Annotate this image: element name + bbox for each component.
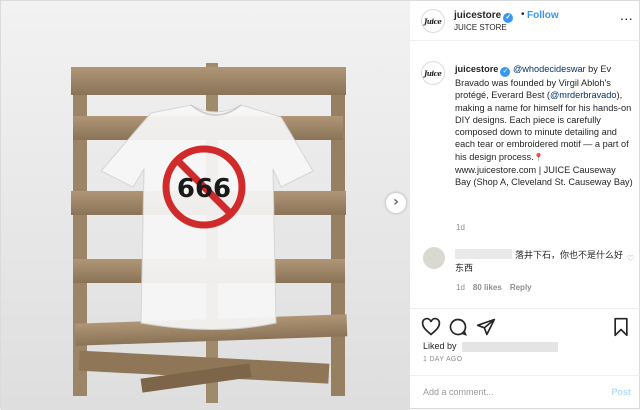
separator-dot: • (521, 9, 525, 20)
caption-username[interactable]: juicestore (455, 64, 498, 74)
juice-logo: Juice (424, 17, 442, 26)
comment-likes[interactable]: 80 likes (473, 283, 502, 292)
instagram-post: 666 › Juice juicestore ✓ • Follow JUICE S… (0, 0, 640, 410)
add-comment-bar: Add a comment... Post (410, 375, 640, 410)
pallet-tshirt-image: 666 (1, 1, 410, 410)
verified-icon: ✓ (503, 13, 514, 23)
liked-by-redacted (462, 342, 558, 352)
post-header: Juice juicestore ✓ • Follow JUICE STORE .… (410, 1, 640, 41)
post-comment-button[interactable]: Post (611, 387, 631, 397)
pin-icon: 📍 (533, 152, 544, 162)
verified-icon: ✓ (500, 67, 511, 77)
caption-avatar[interactable]: Juice (421, 61, 445, 85)
post-sidebar: Juice juicestore ✓ • Follow JUICE STORE .… (410, 1, 640, 410)
caption-time[interactable]: 1d (456, 223, 465, 232)
juice-logo: Juice (424, 69, 442, 78)
reply-button[interactable]: Reply (510, 283, 532, 292)
comment-meta: 1d 80 likes Reply (456, 283, 540, 292)
comment-like-icon[interactable]: ♡ (627, 254, 634, 263)
liked-by-label: Liked by (423, 341, 457, 351)
post-timestamp[interactable]: 1 DAY AGO (423, 356, 462, 363)
shirt-print-text: 666 (177, 174, 231, 204)
more-options-icon[interactable]: ... (620, 7, 633, 23)
post-caption: juicestore ✓ @whodecideswar by Ev Bravado… (455, 64, 633, 188)
action-bar (410, 308, 640, 344)
share-icon[interactable] (476, 317, 496, 337)
bookmark-icon[interactable] (611, 317, 631, 337)
comment-time[interactable]: 1d (456, 283, 465, 292)
next-photo-button[interactable]: › (386, 193, 406, 213)
comment-text: 落井下石，你也不是什么好东西 (455, 250, 624, 273)
header-username[interactable]: juicestore ✓ (454, 10, 514, 23)
comment-icon[interactable] (448, 317, 468, 337)
mention-link[interactable]: @mrderbravado (550, 90, 617, 100)
add-comment-input[interactable]: Add a comment... (423, 387, 494, 397)
commenter-avatar[interactable] (423, 247, 445, 269)
heart-icon[interactable] (421, 317, 441, 337)
mention-link[interactable]: @whodecideswar (513, 64, 586, 74)
avatar[interactable]: Juice (421, 9, 445, 33)
follow-button[interactable]: Follow (527, 10, 559, 21)
post-photo[interactable]: 666 › (1, 1, 410, 410)
header-subtitle: JUICE STORE (454, 23, 507, 32)
